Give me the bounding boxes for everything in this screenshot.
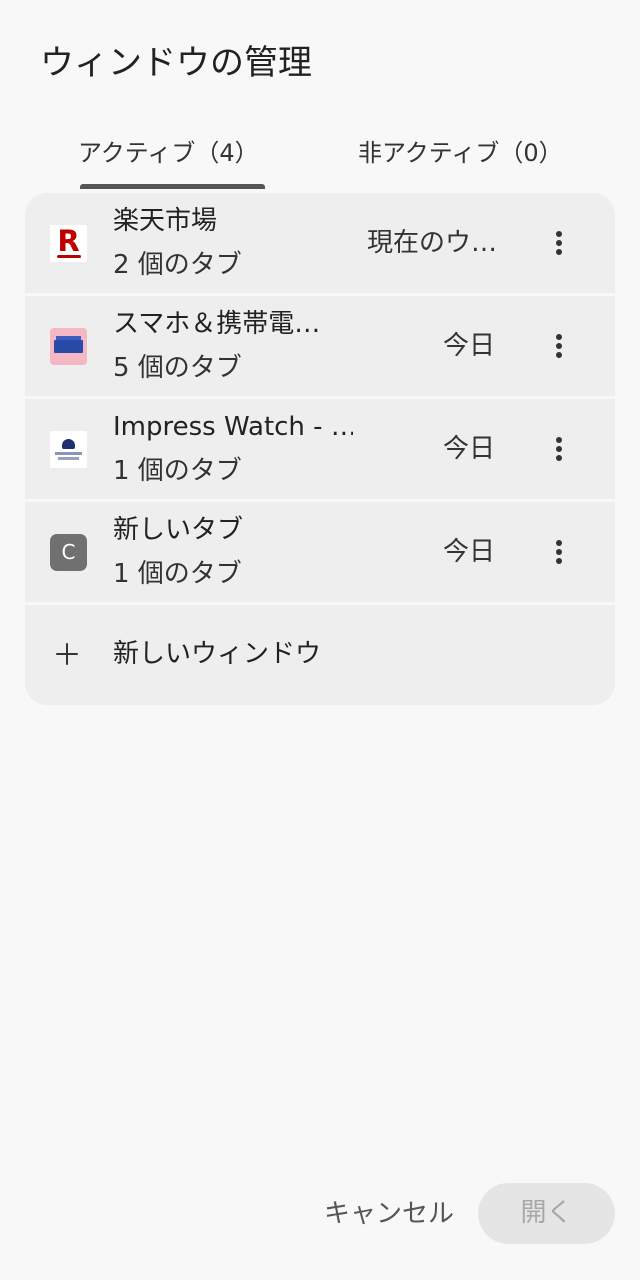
more-vert-icon[interactable]	[543, 218, 575, 268]
window-row-new-tab[interactable]: C 新しいタブ 1 個のタブ 今日	[25, 502, 615, 602]
window-tab-count: 1 個のタブ	[113, 559, 242, 589]
more-vert-icon[interactable]	[543, 424, 575, 474]
window-tab-count: 5 個のタブ	[113, 353, 242, 383]
window-row-rakuten[interactable]: R 楽天市場 2 個のタブ 現在のウ…	[25, 193, 615, 293]
tab-indicator	[80, 184, 265, 189]
letter-c-icon: C	[50, 534, 87, 571]
tab-inactive[interactable]: 非アクティブ（0）	[358, 128, 563, 190]
plus-icon	[56, 643, 78, 665]
window-row-impress[interactable]: Impress Watch - … 1 個のタブ 今日	[25, 399, 615, 499]
more-vert-icon[interactable]	[543, 321, 575, 371]
window-tab-count: 2 個のタブ	[113, 250, 242, 280]
window-tab-count: 1 個のタブ	[113, 456, 242, 486]
window-title: 楽天市場	[113, 206, 218, 236]
window-time: 今日	[442, 331, 495, 361]
open-button[interactable]: 開く	[478, 1183, 615, 1244]
window-row-ketai[interactable]: スマホ＆携帯電… 5 個のタブ 今日	[25, 296, 615, 396]
window-list: R 楽天市場 2 個のタブ 現在のウ… スマホ＆携帯電… 5 個のタブ 今日 I…	[25, 193, 615, 705]
window-title: 新しいタブ	[113, 515, 244, 545]
tab-active[interactable]: アクティブ（4）	[78, 128, 259, 190]
dialog-title: ウィンドウの管理	[40, 43, 312, 83]
window-title: Impress Watch - …	[113, 412, 353, 442]
new-window-button[interactable]: 新しいウィンドウ	[25, 605, 615, 705]
impress-watch-icon	[50, 431, 87, 468]
window-time: 今日	[442, 537, 495, 567]
window-title: スマホ＆携帯電…	[113, 309, 321, 339]
window-time: 今日	[442, 434, 495, 464]
ketai-watch-icon	[50, 328, 87, 365]
more-vert-icon[interactable]	[543, 527, 575, 577]
cancel-button[interactable]: キャンセル	[316, 1186, 462, 1242]
tab-bar: アクティブ（4） 非アクティブ（0）	[0, 128, 640, 190]
window-time: 現在のウ…	[366, 228, 497, 258]
rakuten-r-icon: R	[50, 225, 87, 262]
new-window-label: 新しいウィンドウ	[113, 639, 322, 669]
